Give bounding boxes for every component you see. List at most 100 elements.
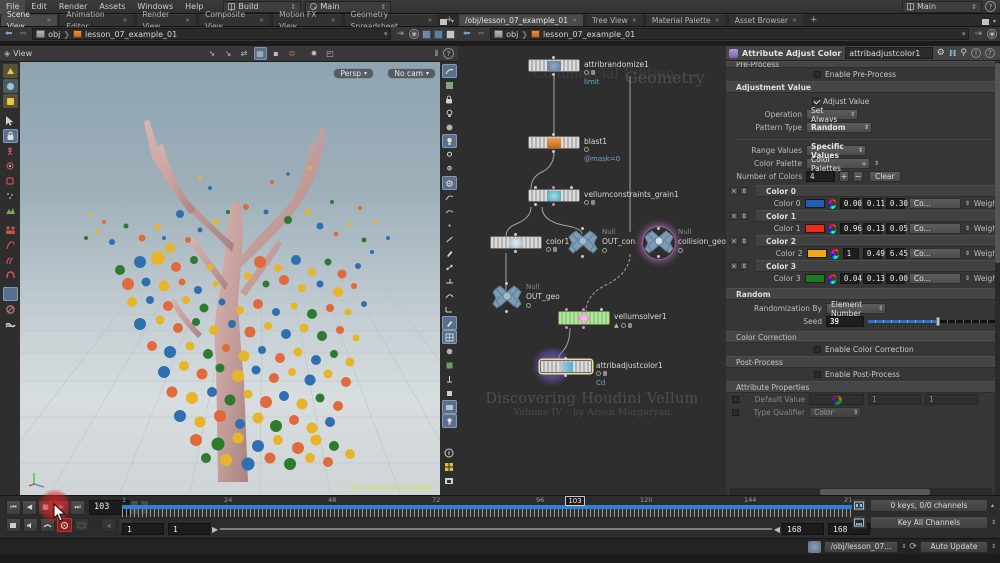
close-icon[interactable]: ✕ [259, 15, 264, 27]
select-geometry-icon[interactable] [2, 79, 18, 93]
lock-camera-icon[interactable] [442, 92, 457, 106]
node-output-port-1[interactable] [552, 203, 555, 206]
display-flag-icon[interactable] [596, 371, 601, 376]
image-plane-icon[interactable] [441, 400, 457, 414]
flipbook-icon[interactable] [442, 78, 457, 92]
refresh-icon[interactable]: ⟳ [909, 542, 917, 552]
stop-button[interactable]: ■ [38, 499, 53, 515]
view-menu[interactable]: ◈ View [0, 49, 32, 58]
close-icon[interactable]: ✕ [122, 15, 127, 27]
houdini-icon[interactable]: H [949, 48, 957, 58]
color-1-swatch[interactable] [804, 224, 825, 233]
node-body[interactable] [540, 360, 592, 373]
close-icon[interactable]: ✕ [46, 15, 51, 27]
fur-icon[interactable] [3, 253, 18, 267]
tab-render-view[interactable]: Render View ✕ [135, 10, 198, 31]
node-body[interactable] [528, 189, 580, 202]
node-input-port[interactable] [657, 227, 660, 230]
display-options-icon[interactable] [441, 176, 457, 190]
scene-lights-icon[interactable] [442, 120, 457, 134]
constraints-icon[interactable] [442, 372, 457, 386]
node-input-port[interactable] [505, 282, 508, 285]
chevron-up-icon[interactable]: ▴ [991, 502, 994, 509]
guides-icon[interactable] [442, 260, 457, 274]
node-output-port[interactable] [657, 255, 660, 258]
node-attribadjustcolor1[interactable]: attribadjustcolor1 Cd [532, 346, 663, 387]
tab-composite-view[interactable]: Composite View ✕ [198, 10, 272, 31]
timeline-playhead[interactable]: 103 [565, 496, 585, 506]
color-1-b[interactable]: 0.05 [885, 223, 908, 234]
network-canvas[interactable]: Commercial Edition Geometry Discovering … [458, 46, 726, 495]
display-vertices-icon[interactable] [442, 162, 457, 176]
display-flag-icon[interactable] [584, 147, 589, 152]
chevron-updown-icon[interactable]: ⇕ [901, 543, 906, 550]
color-0-b[interactable]: 0.30 [885, 198, 908, 209]
node-body[interactable] [558, 311, 610, 325]
node-vellumsolver1[interactable]: vellumsolver1 ▲ [558, 308, 667, 329]
seed-slider-knob[interactable] [935, 317, 940, 326]
desktop-name-selector[interactable]: Main ⇕ [902, 0, 982, 13]
node-body[interactable] [528, 59, 580, 72]
default-value-field-1[interactable]: 1 [868, 394, 921, 405]
bug-icon[interactable]: ✹ [308, 47, 321, 60]
remove-color-2-button[interactable]: × [730, 237, 738, 245]
type-qualifier-checkbox[interactable] [732, 409, 739, 416]
node-output-port-0[interactable] [565, 326, 568, 329]
prev-key-button[interactable]: ◂ [101, 518, 116, 532]
chevron-updown-icon[interactable]: ⇕ [965, 200, 970, 207]
vellum-icon[interactable] [2, 287, 18, 301]
keys-status[interactable]: 0 keys, 0/0 channels [869, 498, 988, 512]
color-0-r[interactable]: 0.00 [839, 198, 862, 209]
render-flag-icon[interactable] [434, 29, 443, 39]
normals-icon[interactable] [442, 274, 457, 288]
display-flag-icon[interactable] [602, 248, 607, 253]
remove-color-0-button[interactable]: × [730, 187, 738, 195]
fluid-icon[interactable] [3, 317, 18, 331]
lock-icon[interactable] [2, 129, 18, 143]
close-icon[interactable]: ✕ [572, 15, 577, 27]
node-output-port[interactable] [552, 73, 555, 76]
path-back-icon[interactable]: ⬅ [461, 29, 473, 39]
pin-icon[interactable]: ⇥ [394, 29, 406, 39]
lock-flag-icon[interactable] [553, 247, 557, 252]
dot-icon[interactable] [442, 218, 457, 232]
path-forward-icon[interactable]: ➡ [18, 29, 30, 39]
node-output-port-1[interactable] [582, 326, 585, 329]
color-0-wheel-icon[interactable] [828, 198, 837, 209]
node-color1[interactable]: color1 [490, 233, 569, 253]
parameter-horizontal-scrollbar[interactable] [730, 488, 992, 495]
maximize-pane-icon[interactable] [981, 18, 989, 25]
color-group-2-title[interactable]: Color 2 [756, 235, 1000, 247]
node-output-port[interactable] [564, 374, 567, 377]
key-all-icon[interactable] [851, 515, 867, 529]
view-pan-icon[interactable] [441, 64, 457, 78]
lock-flag-icon[interactable] [591, 70, 595, 75]
headlight-icon[interactable] [442, 106, 457, 120]
chevron-updown-icon[interactable]: ⇕ [991, 543, 996, 550]
color-2-g[interactable]: 0.49 [862, 248, 885, 259]
cloth-icon[interactable] [3, 268, 18, 282]
particles-icon[interactable] [3, 189, 18, 203]
paint-icon[interactable] [442, 246, 457, 260]
info-icon[interactable] [442, 446, 457, 460]
node-body[interactable] [490, 236, 542, 249]
node-attribrandomize1[interactable]: attribrandomize1 limit [528, 56, 649, 86]
arrow-select-icon[interactable] [3, 114, 18, 128]
key-mode-dropdown[interactable]: Key All Channels [869, 515, 988, 529]
color-0-g[interactable]: 0.11 [862, 198, 885, 209]
increment-colors-button[interactable]: + [839, 171, 849, 182]
chevron-updown-icon[interactable]: ⇕ [965, 225, 970, 232]
color-palette-dropdown[interactable]: Color Palettes + [806, 155, 870, 173]
select-dynamics-icon[interactable] [2, 94, 18, 108]
help-icon[interactable]: ? [985, 1, 996, 12]
parameter-vertical-scrollbar[interactable] [995, 61, 1000, 495]
view-tool-icon[interactable]: ⇄ [238, 47, 251, 60]
key-scope-icon[interactable] [74, 518, 89, 532]
grid-toggle-icon[interactable] [441, 330, 457, 344]
color-3-b[interactable]: 0.00 [885, 273, 908, 284]
network-info-icon[interactable]: ◉ [987, 29, 997, 39]
section-post-process[interactable]: Post-Process [726, 356, 1000, 368]
tab-scene-view[interactable]: Scene View ✕ [0, 10, 59, 31]
pin-icon[interactable]: ⇥ [972, 29, 984, 39]
range-end-handle[interactable]: ◀ [774, 525, 780, 534]
